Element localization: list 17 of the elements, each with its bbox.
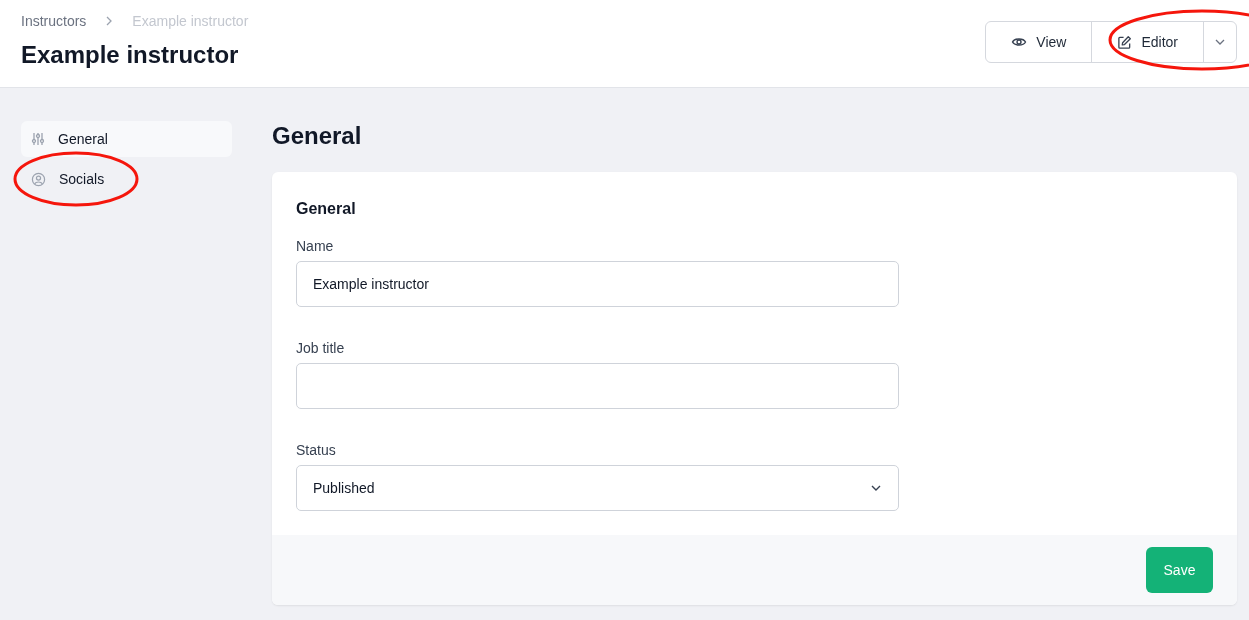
edit-icon [1117, 34, 1133, 50]
select-field[interactable]: Published [296, 465, 899, 511]
breadcrumb-link[interactable]: Instructors [21, 13, 87, 29]
sidebar-item[interactable]: General [21, 121, 232, 157]
user-circle-icon [31, 171, 46, 187]
card-title: General [296, 200, 357, 218]
text-input-field[interactable]: Example instructor [296, 261, 899, 307]
sidebar-item[interactable]: Socials [21, 161, 232, 197]
view-button[interactable]: View [986, 22, 1093, 62]
field-label: Name [296, 238, 335, 254]
page-title: Example instructor [21, 41, 240, 69]
sliders-icon [31, 132, 45, 146]
editor-button[interactable]: Editor [1092, 22, 1204, 62]
field-label: Job title [296, 340, 346, 356]
text-input-field[interactable] [296, 363, 899, 409]
section-heading: General [272, 122, 363, 150]
field-label: Status [296, 442, 337, 458]
